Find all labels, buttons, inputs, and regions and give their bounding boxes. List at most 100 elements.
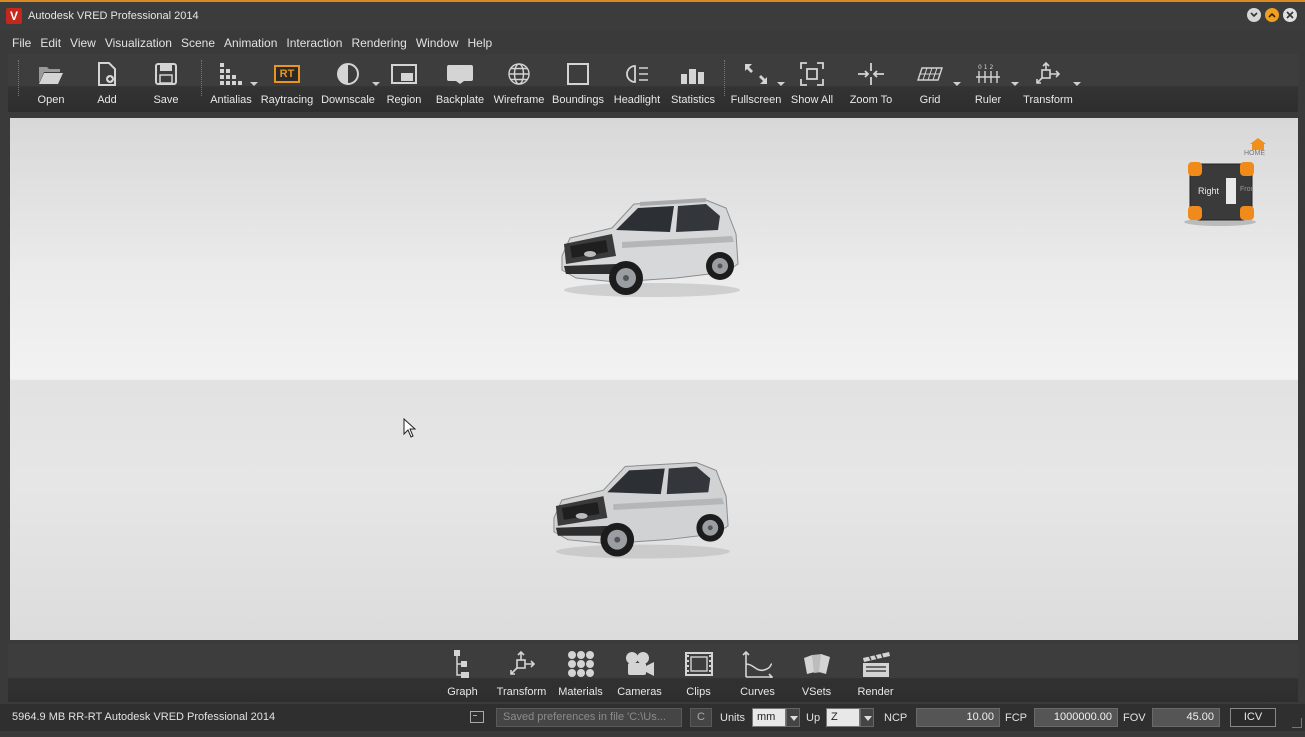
raytracing-icon: RT	[274, 65, 300, 83]
mouse-cursor-icon	[403, 418, 417, 438]
bar-chart-icon	[681, 69, 704, 84]
backplate-button[interactable]: Backplate	[430, 54, 490, 112]
region-button[interactable]: Region	[378, 54, 430, 112]
grid-button[interactable]: Grid	[901, 54, 961, 112]
menu-help[interactable]: Help	[468, 36, 493, 50]
up-axis-select[interactable]: Z	[826, 708, 860, 727]
vsets-button[interactable]: VSets	[787, 648, 846, 698]
vred-application-window: V Autodesk VRED Professional 2014 File E…	[0, 0, 1305, 737]
menu-edit[interactable]: Edit	[40, 36, 61, 50]
ruler-icon: 0 1 2	[976, 64, 1000, 83]
suv-car-reflection	[553, 462, 731, 559]
zoom-to-icon	[858, 63, 884, 85]
clear-button[interactable]: C	[690, 708, 712, 727]
transform-dropdown-arrow[interactable]	[1073, 82, 1081, 86]
grid-plane-icon	[917, 67, 943, 81]
chevron-up-icon	[1268, 12, 1276, 18]
open-button[interactable]: Open	[23, 54, 79, 112]
maximize-button[interactable]	[1265, 8, 1279, 22]
downscale-circle-icon	[337, 63, 359, 85]
graph-button[interactable]: Graph	[433, 648, 492, 698]
wireframe-globe-icon	[508, 63, 530, 85]
film-clip-icon	[684, 652, 713, 676]
show-all-button[interactable]: Show All	[783, 54, 841, 112]
close-button[interactable]	[1283, 8, 1297, 22]
navigation-cube[interactable]: Right Front	[1180, 138, 1260, 228]
message-field[interactable]: Saved preferences in file 'C:\Us...	[496, 708, 682, 727]
memory-status-text: 5964.9 MB RR-RT Autodesk VRED Profession…	[12, 711, 276, 723]
ncp-label: NCP	[884, 712, 908, 724]
materials-spheres-icon	[567, 651, 594, 677]
menu-bar: File Edit View Visualization Scene Anima…	[0, 32, 1305, 54]
floppy-disk-icon	[155, 63, 177, 85]
zoom-to-button[interactable]: Zoom To	[841, 54, 901, 112]
suv-car-model[interactable]	[556, 194, 744, 302]
add-button[interactable]: Add	[79, 54, 135, 112]
fullscreen-arrows-icon	[745, 64, 767, 84]
clapperboard-icon	[862, 652, 890, 677]
transform-module-button[interactable]: Transform	[492, 648, 551, 698]
cameras-button[interactable]: Cameras	[610, 648, 669, 698]
variant-sets-cards-icon	[803, 654, 830, 674]
add-file-icon	[98, 62, 116, 86]
units-dropdown-arrow[interactable]	[786, 708, 800, 727]
materials-button[interactable]: Materials	[551, 648, 610, 698]
toolbar-separator	[201, 60, 202, 96]
video-camera-icon	[625, 652, 654, 676]
scene-graph-icon	[453, 650, 469, 678]
window-title: Autodesk VRED Professional 2014	[28, 10, 199, 22]
fullscreen-button[interactable]: Fullscreen	[729, 54, 785, 112]
antialias-grid-icon	[220, 63, 242, 85]
downscale-button[interactable]: Downscale	[318, 54, 380, 112]
minimize-button[interactable]	[1247, 8, 1261, 22]
show-all-icon	[800, 62, 824, 86]
icv-button[interactable]: ICV	[1230, 708, 1276, 727]
wireframe-button[interactable]: Wireframe	[490, 54, 548, 112]
curves-button[interactable]: Curves	[728, 648, 787, 698]
navcube-right-face[interactable]: Right	[1198, 186, 1219, 196]
fov-input[interactable]: 45.00	[1152, 708, 1220, 727]
bounding-box-icon	[567, 63, 589, 85]
menu-view[interactable]: View	[70, 36, 96, 50]
raytracing-button[interactable]: RT Raytracing	[256, 54, 318, 112]
units-select[interactable]: mm	[752, 708, 786, 727]
menu-animation[interactable]: Animation	[224, 36, 277, 50]
svg-text:0 1 2: 0 1 2	[978, 64, 993, 71]
statistics-button[interactable]: Statistics	[666, 54, 720, 112]
menu-interaction[interactable]: Interaction	[286, 36, 342, 50]
module-dock-bar: Graph Transform Materials Cameras Clips …	[8, 644, 1298, 702]
transform-axes-icon	[509, 650, 535, 675]
fcp-input[interactable]: 1000000.00	[1034, 708, 1118, 727]
menu-rendering[interactable]: Rendering	[351, 36, 406, 50]
menu-scene[interactable]: Scene	[181, 36, 215, 50]
ncp-input[interactable]: 10.00	[916, 708, 1000, 727]
main-toolbar: Open Add Save Antialias RT Raytracing Do…	[8, 54, 1298, 112]
boundings-button[interactable]: Boundings	[548, 54, 608, 112]
menu-visualization[interactable]: Visualization	[105, 36, 172, 50]
units-label: Units	[720, 712, 746, 724]
headlight-button[interactable]: Headlight	[608, 54, 666, 112]
toolbar-separator	[724, 60, 725, 96]
region-icon	[391, 64, 417, 84]
up-axis-dropdown-arrow[interactable]	[860, 708, 874, 727]
view-cube-icon	[1184, 162, 1256, 226]
render-viewport[interactable]: HOME Right Front	[10, 118, 1298, 640]
antialias-button[interactable]: Antialias	[206, 54, 258, 112]
transform-button[interactable]: Transform	[1017, 54, 1081, 112]
clips-button[interactable]: Clips	[669, 648, 728, 698]
render-button[interactable]: Render	[846, 648, 905, 698]
status-bar: 5964.9 MB RR-RT Autodesk VRED Profession…	[0, 704, 1305, 731]
save-button[interactable]: Save	[135, 54, 197, 112]
menu-window[interactable]: Window	[416, 36, 459, 50]
window-controls	[1247, 8, 1297, 22]
terminal-icon[interactable]	[470, 711, 484, 723]
headlight-icon	[626, 65, 648, 83]
vred-logo-icon: V	[6, 8, 22, 24]
folder-open-icon	[39, 67, 63, 84]
backplate-icon	[447, 65, 473, 84]
toolbar-grip[interactable]	[18, 60, 19, 96]
menu-file[interactable]: File	[12, 36, 31, 50]
navcube-front-face[interactable]: Front	[1240, 186, 1252, 193]
ruler-button[interactable]: 0 1 2 Ruler	[959, 54, 1019, 112]
resize-grip[interactable]	[1292, 718, 1302, 728]
